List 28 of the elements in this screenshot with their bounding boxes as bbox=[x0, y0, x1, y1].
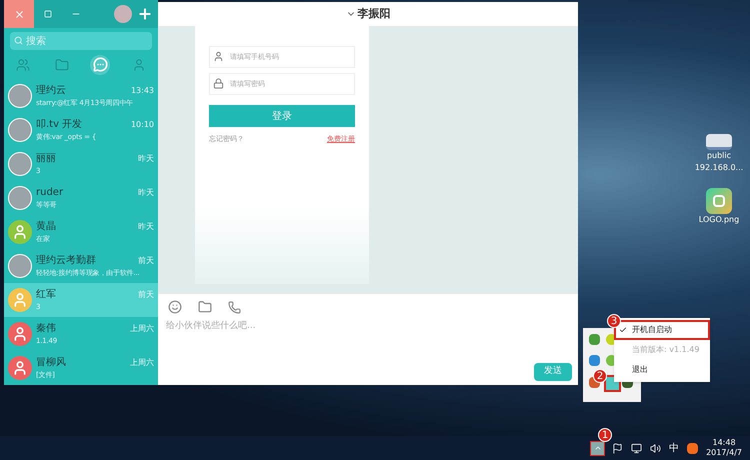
message-time: 前天 bbox=[138, 254, 154, 267]
contact-name: 秦伟 bbox=[36, 322, 56, 336]
contact-name: 叩.tv 开发 bbox=[36, 118, 82, 132]
contact-name: 理约云 bbox=[36, 84, 66, 98]
search-field[interactable]: 搜索 bbox=[10, 32, 152, 50]
message-time: 昨天 bbox=[138, 152, 154, 165]
message-time: 上周六 bbox=[130, 356, 154, 369]
menu-item[interactable]: 退出 bbox=[614, 360, 710, 380]
clock-time[interactable]: 14:48 bbox=[712, 438, 736, 448]
message-time: 13:43 bbox=[130, 84, 154, 97]
file-label: LOGO.png bbox=[698, 214, 740, 226]
message-time: 前天 bbox=[138, 288, 154, 301]
contact-name: 丽丽 bbox=[36, 152, 56, 166]
file-label: public bbox=[706, 150, 732, 162]
message-input[interactable]: 给小伙伴说些什么吧... bbox=[158, 320, 578, 363]
contact-name: 理约云考勤群 bbox=[36, 254, 96, 268]
message-time: 10:10 bbox=[130, 118, 154, 131]
message-time: 昨天 bbox=[138, 186, 154, 199]
contact-name: 红军 bbox=[36, 288, 56, 302]
chat-title: 李振阳 bbox=[358, 6, 390, 22]
clock-date[interactable]: 2017/4/7 bbox=[706, 448, 742, 458]
contact-name: 冒柳风 bbox=[36, 356, 66, 370]
input-method-indicator[interactable]: 中 bbox=[669, 440, 680, 456]
file-label: 192.168.0... bbox=[694, 162, 744, 174]
message-time: 上周六 bbox=[130, 322, 154, 335]
contact-name: 黄晶 bbox=[36, 220, 56, 234]
message-time: 昨天 bbox=[138, 220, 154, 233]
contact-name: ruder bbox=[36, 186, 64, 200]
